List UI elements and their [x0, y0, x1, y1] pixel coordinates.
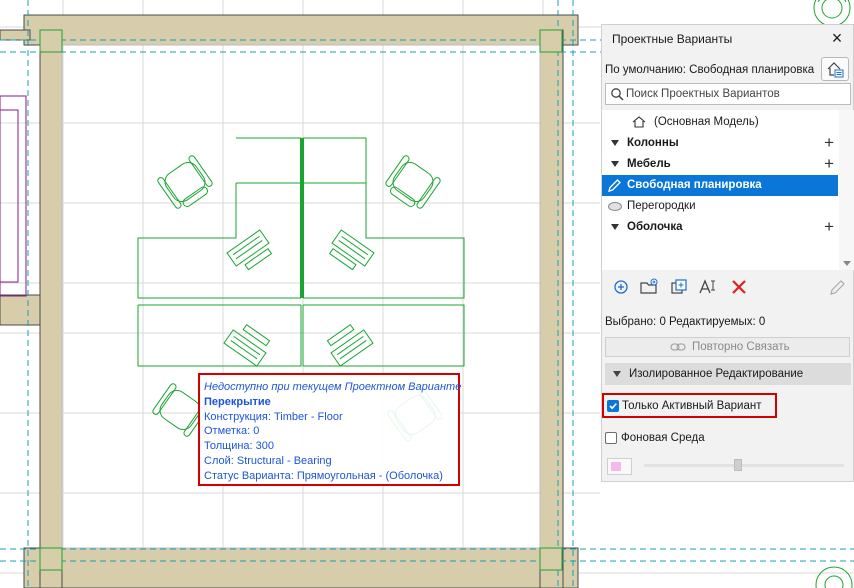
element-info-tooltip: Недоступно при текущем Проектном Вариант…	[198, 373, 462, 486]
column-markers	[39, 29, 563, 571]
collapse-arrow-icon[interactable]	[613, 371, 621, 377]
tree-item-shell[interactable]: Оболочка +	[602, 217, 838, 238]
ellipse-icon	[608, 202, 622, 211]
tree-item-partitions[interactable]: Перегородки	[602, 196, 838, 217]
expand-arrow-icon[interactable]	[611, 224, 619, 230]
tree-item-open-plan[interactable]: Свободная планировка	[602, 175, 838, 196]
tree-item-label: (Основная Модель)	[654, 116, 759, 128]
section-label: Изолированное Редактирование	[629, 368, 804, 380]
delete-x-icon[interactable]	[729, 277, 749, 297]
background-checkbox[interactable]	[605, 432, 617, 444]
tree-item-label: Мебель	[627, 158, 671, 170]
tree-item-label: Оболочка	[627, 221, 683, 233]
background-color-swatch[interactable]	[607, 458, 632, 475]
only-active-checkbox[interactable]	[607, 400, 619, 412]
tree-item-label: Перегородки	[627, 200, 696, 212]
tooltip-thickness: Толщина: 300	[204, 440, 275, 453]
tooltip-option-status: Статус Варианта: Прямоугольная - (Оболоч…	[204, 469, 443, 482]
tooltip-layer: Слой: Structural - Bearing	[204, 454, 332, 467]
tree-item-label: Колонны	[627, 137, 679, 149]
relink-label: Повторно Связать	[692, 341, 790, 353]
relink-button[interactable]: Повторно Связать	[605, 337, 850, 357]
tooltip-element-type: Перекрытие	[204, 395, 271, 408]
swatch-color	[611, 462, 621, 471]
add-option-icon[interactable]: +	[824, 155, 834, 172]
walls[interactable]	[0, 14, 579, 588]
selection-info: Выбрано: 0 Редактируемых: 0	[605, 316, 766, 328]
options-toolbar	[602, 275, 854, 299]
add-option-icon[interactable]: +	[824, 218, 834, 235]
edit-pencil-icon[interactable]	[828, 277, 848, 297]
link-icon	[670, 343, 686, 351]
add-option-icon[interactable]: +	[824, 134, 834, 151]
tree-scrollbar[interactable]	[839, 110, 854, 270]
only-active-highlight: Только Активный Вариант	[602, 393, 777, 418]
rename-text-icon[interactable]	[698, 277, 718, 297]
tree-item-furniture[interactable]: Мебель +	[602, 154, 838, 175]
expand-arrow-icon[interactable]	[611, 140, 619, 146]
new-folder-icon[interactable]	[639, 277, 659, 297]
panel-title: Проектные Варианты	[612, 32, 733, 46]
search-input[interactable]	[626, 85, 846, 103]
panel-header: Проектные Варианты ×	[602, 25, 853, 52]
scroll-down-arrow-icon[interactable]	[843, 261, 851, 266]
slider-track	[644, 464, 844, 467]
opacity-slider[interactable]	[644, 459, 844, 471]
slider-thumb[interactable]	[734, 459, 742, 471]
tooltip-unavailable-note: Недоступно при текущем Проектном Вариант…	[204, 381, 462, 393]
only-active-label: Только Активный Вариант	[622, 400, 762, 412]
manage-options-button[interactable]	[821, 57, 849, 81]
tooltip-elevation: Отметка: 0	[204, 425, 260, 438]
search-field[interactable]	[605, 83, 851, 105]
pencil-icon	[608, 179, 621, 192]
isolated-editing-section[interactable]: Изолированное Редактирование	[605, 363, 851, 385]
tree-item-main-model[interactable]: (Основная Модель)	[602, 112, 838, 133]
design-options-panel: Проектные Варианты × По умолчанию: Свобо…	[601, 24, 854, 482]
background-label: Фоновая Среда	[621, 432, 705, 444]
tree-item-columns[interactable]: Колонны +	[602, 133, 838, 154]
duplicate-icon[interactable]	[669, 277, 689, 297]
close-icon[interactable]: ×	[827, 27, 847, 49]
search-icon	[611, 88, 624, 101]
house-icon	[632, 116, 646, 128]
left-purple-element	[0, 95, 27, 297]
add-circle-icon[interactable]	[611, 277, 631, 297]
options-tree[interactable]: (Основная Модель) Колонны + Мебель + Сво…	[602, 110, 854, 270]
checkmark-icon	[609, 403, 617, 410]
expand-arrow-icon[interactable]	[611, 161, 619, 167]
tree-item-label: Свободная планировка	[627, 179, 762, 191]
tooltip-construction: Конструкция: Timber - Floor	[204, 410, 343, 423]
house-options-icon	[827, 62, 844, 78]
default-option-line: По умолчанию: Свободная планировка	[605, 64, 815, 76]
